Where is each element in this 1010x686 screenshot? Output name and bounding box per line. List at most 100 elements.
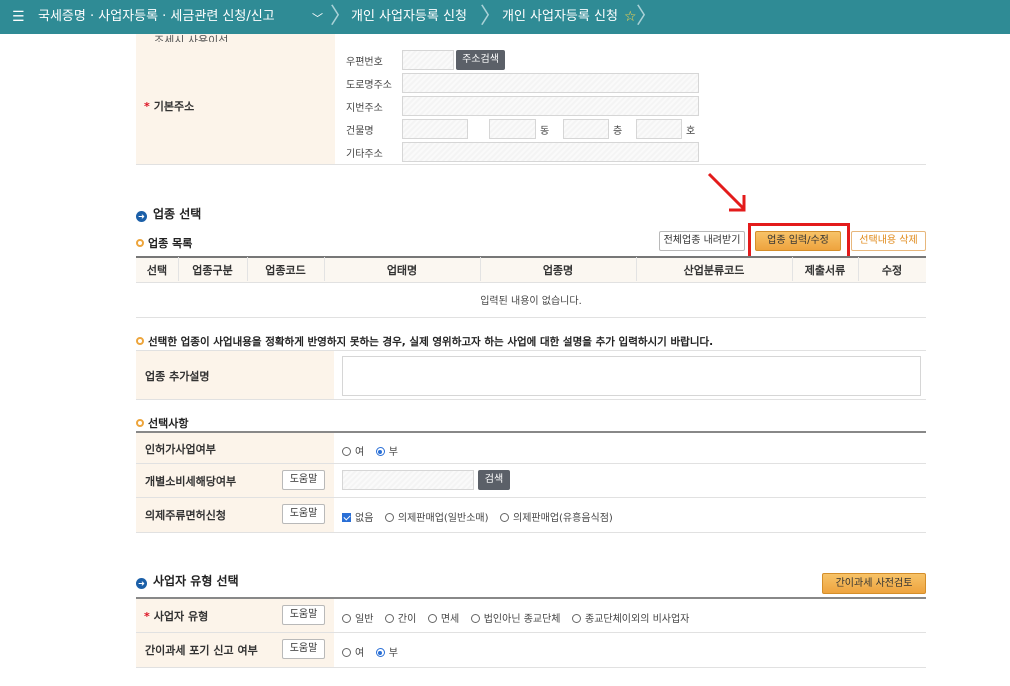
business-type-section-title: ➜ 사업자 유형 선택 [136,572,239,589]
extra-description-label: 업종 추가설명 [145,370,210,383]
giveup-yes-radio[interactable] [342,648,351,657]
permit-yes-radio[interactable] [342,447,351,456]
liquor-help-button[interactable]: 도움말 [282,504,325,524]
partial-row-label: 조세시 사용이선 [154,34,229,42]
breadcrumb-separator: 〉 [636,4,659,29]
permit-no-label: 부 [388,447,398,458]
column-header: 선택 [146,264,168,277]
simplified-tax-precheck-button[interactable]: 간이과세 사전검토 [822,573,926,594]
bullet-icon [136,239,144,247]
type-nonbusiness-label: 종교단체이외의 비사업자 [585,614,690,625]
liquor-bar-radio[interactable] [500,513,510,522]
liquor-retail-label: 의제판매업(일반소매) [397,513,489,524]
ho-field[interactable] [636,119,682,139]
business-notice: 선택한 업종이 사업내용을 정확하게 반영하지 못하는 경우, 실제 영위하고자… [136,334,713,349]
excise-tax-label: 개별소비세해당여부 [145,475,237,488]
menu-icon[interactable]: ☰ [12,9,25,25]
excise-tax-field[interactable] [342,470,474,490]
type-exempt-label: 면세 [440,614,460,625]
top-navigation-bar: ☰ 국세증명 · 사업자등록 · 세금관련 신청/신고 ﹀ 〉 개인 사업자등록… [0,0,1010,34]
divider [136,282,926,283]
star-icon[interactable]: ☆ [624,9,637,25]
column-header: 수정 [881,264,903,277]
business-edit-button[interactable]: 업종 입력/수정 [755,231,841,251]
arrow-circle-icon: ➜ [136,211,147,222]
floor-field[interactable] [563,119,609,139]
delete-selection-button[interactable]: 선택내용 삭제 [851,231,926,251]
liquor-none-label: 없음 [355,513,374,524]
excise-help-button[interactable]: 도움말 [282,470,325,490]
divider [136,667,926,668]
breadcrumb-current: 개인 사업자등록 신청 [502,9,618,24]
liquor-bar-label: 의제판매업(유흥음식점) [513,513,613,524]
business-type-label: * 사업자 유형 [144,610,209,623]
other-address-label: 기타주소 [346,149,383,160]
type-exempt-radio[interactable] [427,614,437,623]
column-header: 업종코드 [265,264,306,277]
divider [136,497,926,498]
type-nonbusiness-radio[interactable] [572,614,581,623]
floor-unit: 층 [613,126,623,137]
column-header: 업종명 [542,264,574,277]
simplified-giveup-label: 간이과세 포기 신고 여부 [145,644,258,657]
giveup-help-button[interactable]: 도움말 [282,639,325,659]
liquor-license-label: 의제주류면허신청 [145,509,226,522]
download-all-business-button[interactable]: 전체업종 내려받기 [659,231,745,251]
dong-field[interactable] [489,119,536,139]
giveup-radio-group: 여 부 [342,644,406,659]
liquor-option-group: 없음 의제판매업(일반소매) 의제판매업(유흥음식점) [342,509,621,524]
type-simplified-radio[interactable] [384,614,394,623]
road-address-field[interactable] [402,73,699,93]
arrow-circle-icon: ➜ [136,578,147,589]
lot-address-field[interactable] [402,96,699,116]
road-address-label: 도로명주소 [346,80,392,91]
postal-code-label: 우편번호 [346,57,383,68]
address-search-button[interactable]: 주소검색 [456,50,505,70]
permit-yes-label: 여 [355,447,365,458]
business-type-help-button[interactable]: 도움말 [282,605,325,625]
other-address-field[interactable] [402,142,699,162]
type-general-radio[interactable] [342,614,351,623]
permit-business-label: 인허가사업여부 [145,443,216,456]
ho-unit: 호 [686,126,696,137]
permit-radio-group: 여 부 [342,443,406,458]
type-religious-label: 법인아닌 종교단체 [483,614,561,625]
building-name-field[interactable] [402,119,468,139]
breadcrumb-page[interactable]: 개인 사업자등록 신청 [351,0,467,34]
divider [136,164,926,165]
breadcrumb-separator: 〉 [480,4,503,29]
breadcrumb-category[interactable]: 국세증명 · 사업자등록 · 세금관련 신청/신고 [38,0,275,34]
giveup-no-radio[interactable] [375,648,385,657]
divider [136,463,926,464]
column-header: 업종구분 [192,264,233,277]
lot-address-label: 지번주소 [346,103,383,114]
column-header: 업태명 [386,264,418,277]
divider [136,317,926,318]
postal-code-field[interactable] [402,50,454,70]
column-header: 제출서류 [804,264,846,277]
type-simplified-label: 간이 [397,614,417,625]
permit-no-radio[interactable] [375,447,385,456]
building-name-label: 건물명 [346,126,374,137]
bullet-icon [136,419,144,427]
liquor-retail-radio[interactable] [384,513,394,522]
empty-table-message: 입력된 내용이 없습니다. [480,296,582,307]
excise-search-button[interactable]: 검색 [478,470,510,490]
type-religious-radio[interactable] [470,614,480,623]
business-section-title: ➜ 업종 선택 [136,205,201,222]
business-type-radio-group: 일반 간이 면세 법인아닌 종교단체 종교단체이외의 비사업자 [342,610,697,625]
bullet-icon [136,337,144,345]
chevron-down-icon[interactable]: ﹀ [312,10,323,26]
business-list-title: 업종 목록 [136,235,192,251]
divider [136,632,926,633]
red-arrow-icon [707,172,746,212]
dong-unit: 동 [540,126,550,137]
column-header: 산업분류코드 [683,264,745,277]
options-title: 선택사항 [136,415,188,431]
liquor-none-checkbox[interactable] [342,513,351,522]
giveup-no-label: 부 [388,648,398,659]
extra-description-textarea[interactable] [342,356,921,396]
breadcrumb-separator: 〉 [330,4,353,29]
divider [136,399,926,400]
basic-address-label: * 기본주소 [144,100,195,113]
